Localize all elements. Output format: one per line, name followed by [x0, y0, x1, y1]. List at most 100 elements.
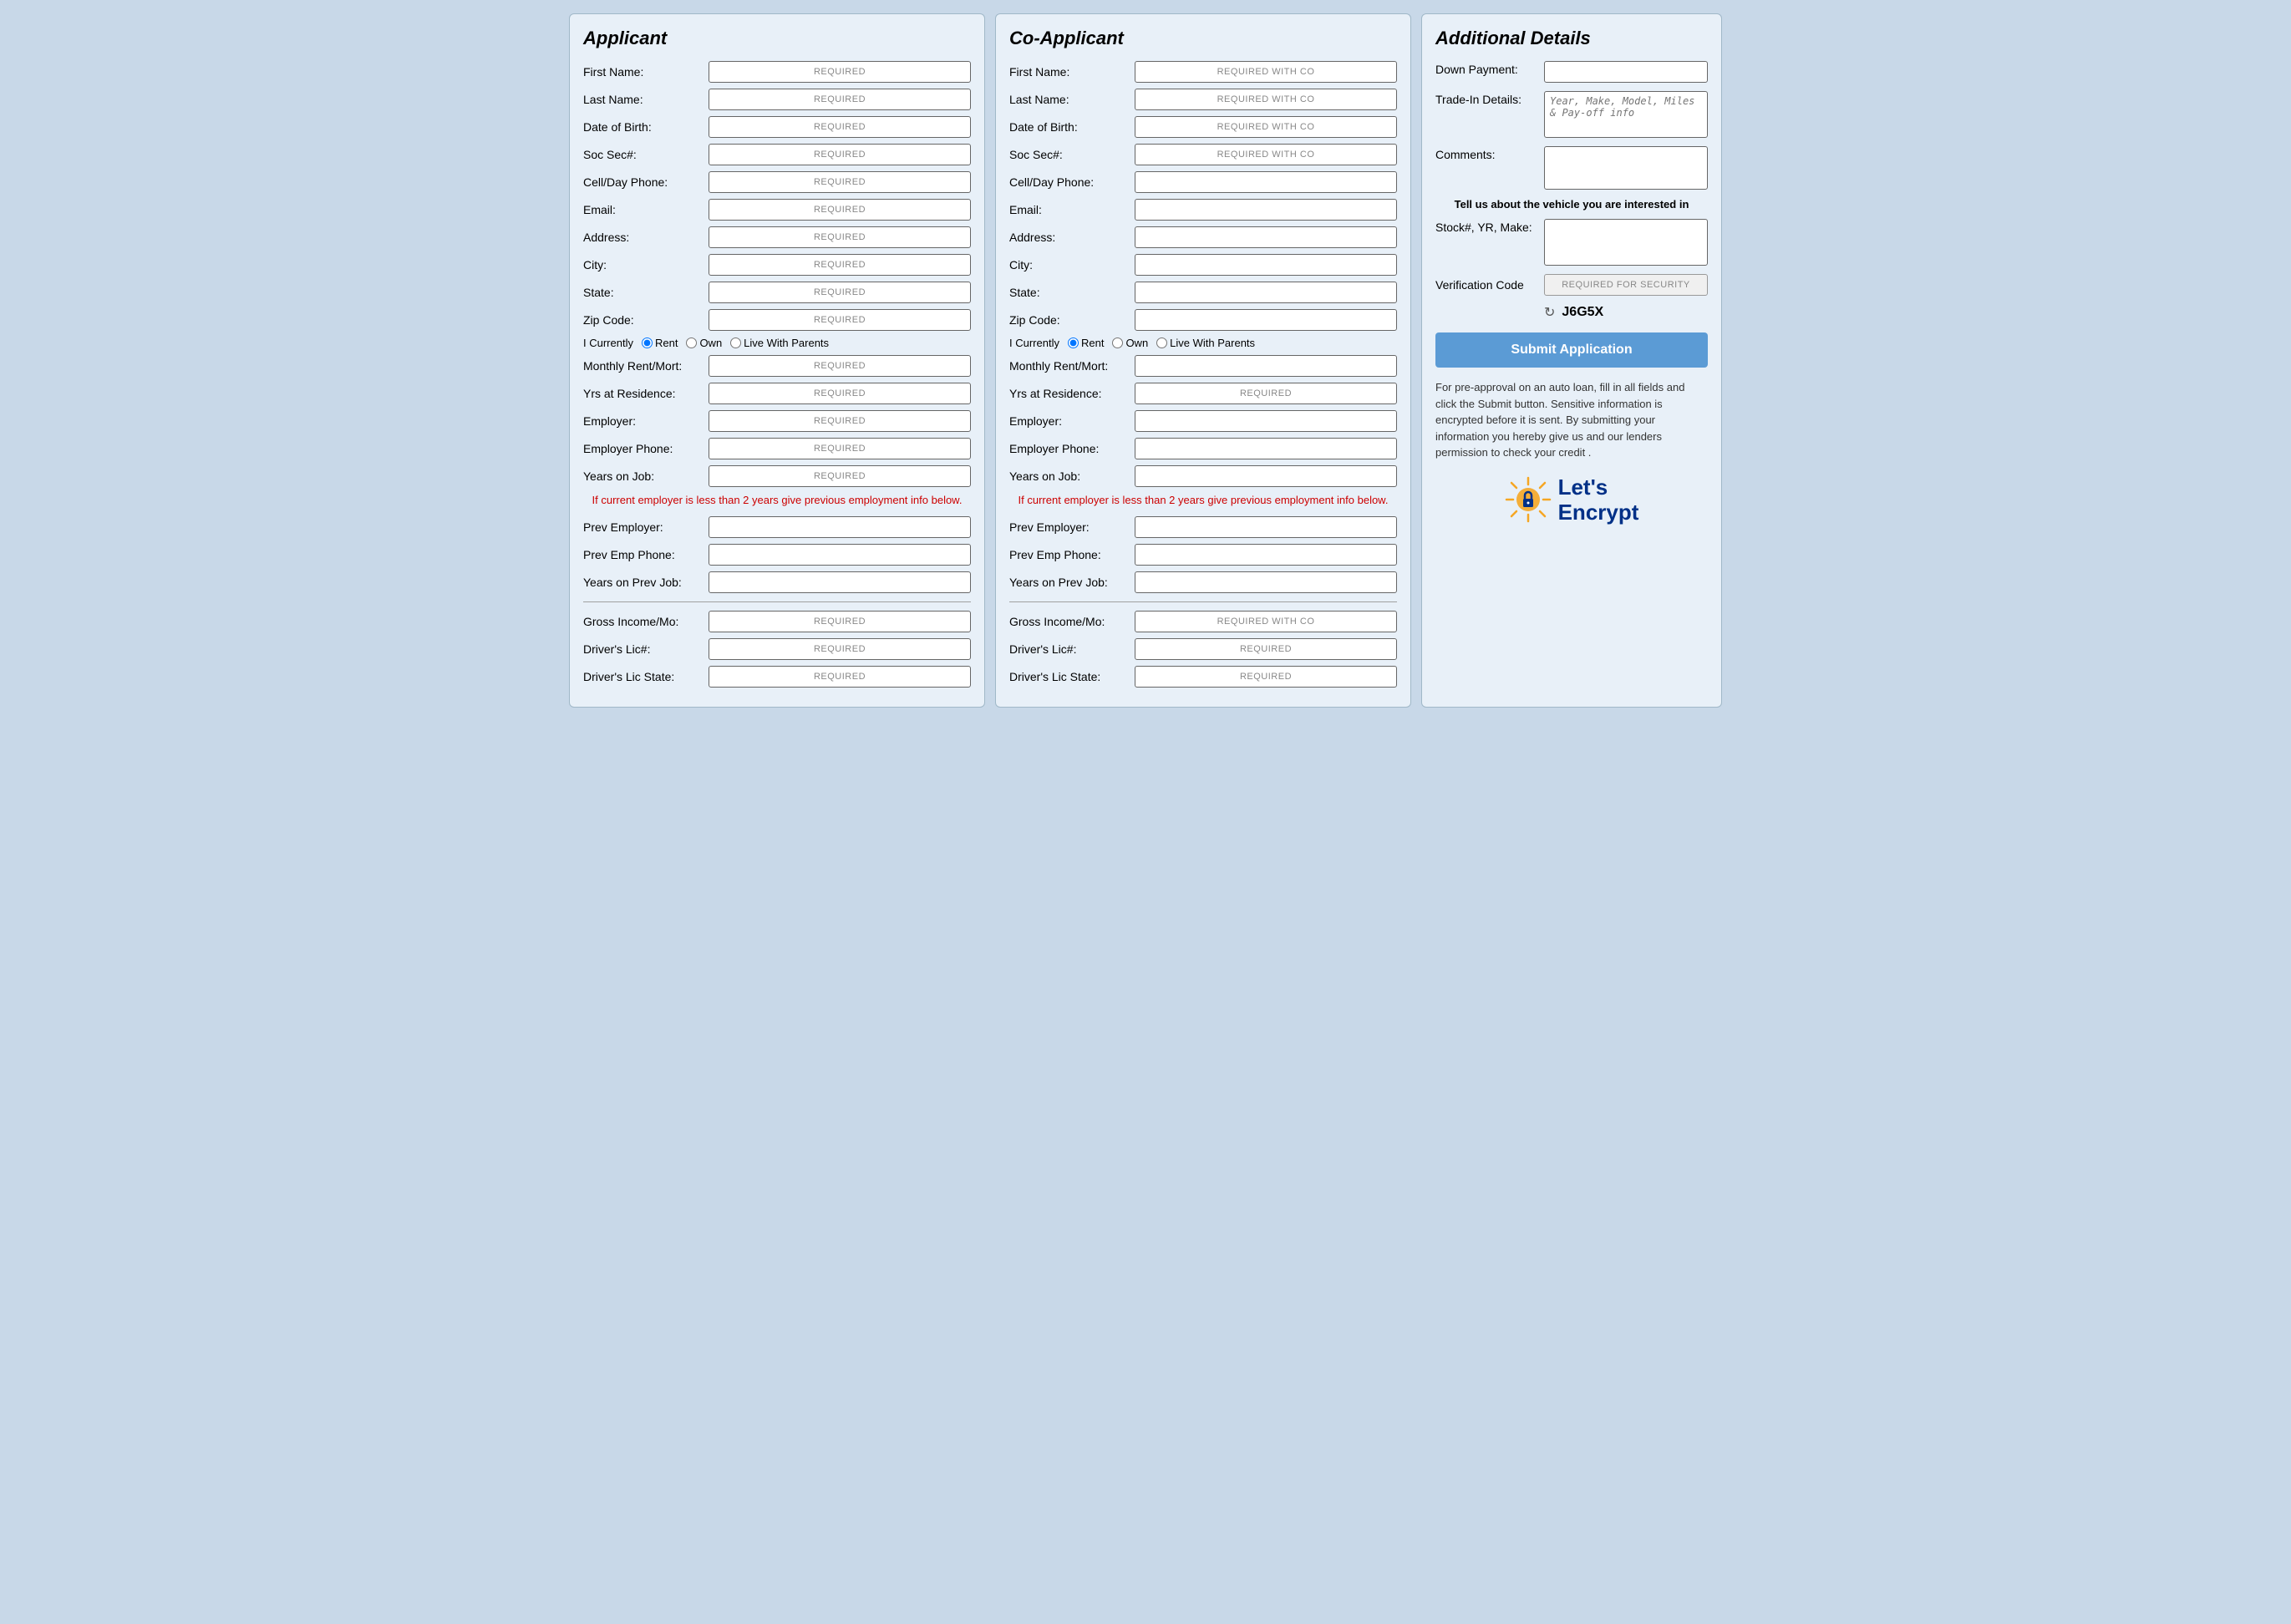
applicant-radio-livewith[interactable]: Live With Parents [730, 337, 829, 349]
app-monthly-rent-input[interactable] [709, 355, 971, 377]
app-dl-state-row: Driver's Lic State: [583, 666, 971, 688]
co-employer-phone-input[interactable] [1135, 438, 1397, 459]
applicant-employment-fields: Monthly Rent/Mort: Yrs at Residence: Emplo… [583, 355, 971, 487]
refresh-icon[interactable]: ↻ [1544, 304, 1555, 321]
co-dl-number-row: Driver's Lic#: [1009, 638, 1397, 660]
co-gross-income-label: Gross Income/Mo: [1009, 615, 1135, 628]
app-email-input[interactable] [709, 199, 971, 221]
co-dl-number-input[interactable] [1135, 638, 1397, 660]
applicant-divider [583, 601, 971, 602]
app-monthly-rent-label: Monthly Rent/Mort: [583, 359, 709, 373]
applicant-employer-note: If current employer is less than 2 years… [583, 493, 971, 508]
co-city-label: City: [1009, 258, 1135, 272]
coapplicant-divider [1009, 601, 1397, 602]
applicant-radio-rent[interactable]: Rent [642, 337, 678, 349]
app-prev-employer-input[interactable] [709, 516, 971, 538]
app-first-name-input[interactable] [709, 61, 971, 83]
comments-row: Comments: [1435, 146, 1708, 190]
co-email-input[interactable] [1135, 199, 1397, 221]
co-employer-phone-label: Employer Phone: [1009, 442, 1135, 455]
co-state-input[interactable] [1135, 282, 1397, 303]
co-address-label: Address: [1009, 231, 1135, 244]
app-email-row: Email: [583, 199, 971, 221]
app-dob-label: Date of Birth: [583, 120, 709, 134]
app-employer-label: Employer: [583, 414, 709, 428]
co-first-name-input[interactable] [1135, 61, 1397, 83]
stock-textarea[interactable] [1544, 219, 1708, 266]
app-city-label: City: [583, 258, 709, 272]
coapplicant-financial-fields: Gross Income/Mo: Driver's Lic#: Driver's L… [1009, 611, 1397, 688]
app-employer-phone-label: Employer Phone: [583, 442, 709, 455]
stock-row: Stock#, YR, Make: [1435, 219, 1708, 266]
app-dl-state-input[interactable] [709, 666, 971, 688]
co-address-input[interactable] [1135, 226, 1397, 248]
app-gross-income-input[interactable] [709, 611, 971, 632]
co-monthly-rent-input[interactable] [1135, 355, 1397, 377]
app-ssn-input[interactable] [709, 144, 971, 165]
app-state-input[interactable] [709, 282, 971, 303]
app-prev-years-input[interactable] [709, 571, 971, 593]
app-dob-input[interactable] [709, 116, 971, 138]
applicant-financial-fields: Gross Income/Mo:Driver's Lic#:Driver's L… [583, 611, 971, 688]
app-dl-state-label: Driver's Lic State: [583, 670, 709, 683]
co-dl-state-label: Driver's Lic State: [1009, 670, 1135, 683]
submit-button[interactable]: Submit Application [1435, 332, 1708, 368]
co-prev-employer-input[interactable] [1135, 516, 1397, 538]
app-yrs-residence-input[interactable] [709, 383, 971, 404]
co-phone-label: Cell/Day Phone: [1009, 175, 1135, 189]
co-yrs-residence-row: Yrs at Residence: [1009, 383, 1397, 404]
app-last-name-input[interactable] [709, 89, 971, 110]
co-prev-years-input[interactable] [1135, 571, 1397, 593]
co-yrs-residence-input[interactable] [1135, 383, 1397, 404]
le-text: Let's Encrypt [1558, 475, 1639, 526]
le-sun-lock-icon [1505, 476, 1552, 523]
app-years-job-input[interactable] [709, 465, 971, 487]
app-employer-input[interactable] [709, 410, 971, 432]
co-email-row: Email: [1009, 199, 1397, 221]
co-employer-input[interactable] [1135, 410, 1397, 432]
applicant-radio-own[interactable]: Own [686, 337, 722, 349]
co-first-name-label: First Name: [1009, 65, 1135, 79]
down-payment-input[interactable] [1544, 61, 1708, 83]
app-employer-phone-input[interactable] [709, 438, 971, 459]
comments-textarea[interactable] [1544, 146, 1708, 190]
co-email-label: Email: [1009, 203, 1135, 216]
app-prev-emp-phone-label: Prev Emp Phone: [583, 548, 709, 561]
co-last-name-input[interactable] [1135, 89, 1397, 110]
coapplicant-radio-rent[interactable]: Rent [1068, 337, 1104, 349]
coapplicant-radio-livewith[interactable]: Live With Parents [1156, 337, 1255, 349]
coapplicant-radio-own[interactable]: Own [1112, 337, 1148, 349]
verification-input[interactable] [1544, 274, 1708, 296]
co-monthly-rent-row: Monthly Rent/Mort: [1009, 355, 1397, 377]
app-dl-number-input[interactable] [709, 638, 971, 660]
app-yrs-residence-label: Yrs at Residence: [583, 387, 709, 400]
trade-in-textarea[interactable] [1544, 91, 1708, 138]
app-city-row: City: [583, 254, 971, 276]
app-phone-row: Cell/Day Phone: [583, 171, 971, 193]
down-payment-row: Down Payment: [1435, 61, 1708, 83]
co-phone-input[interactable] [1135, 171, 1397, 193]
coapplicant-title: Co-Applicant [1009, 28, 1397, 49]
app-address-label: Address: [583, 231, 709, 244]
coapplicant-employer-note: If current employer is less than 2 years… [1009, 493, 1397, 508]
app-zip-input[interactable] [709, 309, 971, 331]
vehicle-heading: Tell us about the vehicle you are intere… [1435, 198, 1708, 211]
app-dl-number-label: Driver's Lic#: [583, 642, 709, 656]
app-monthly-rent-row: Monthly Rent/Mort: [583, 355, 971, 377]
applicant-basic-fields: First Name:Last Name:Date of Birth:Soc S… [583, 61, 971, 331]
co-ssn-input[interactable] [1135, 144, 1397, 165]
co-zip-label: Zip Code: [1009, 313, 1135, 327]
app-address-input[interactable] [709, 226, 971, 248]
co-city-input[interactable] [1135, 254, 1397, 276]
app-prev-employer-label: Prev Employer: [583, 520, 709, 534]
app-city-input[interactable] [709, 254, 971, 276]
co-dl-state-input[interactable] [1135, 666, 1397, 688]
co-dob-input[interactable] [1135, 116, 1397, 138]
app-prev-emp-phone-input[interactable] [709, 544, 971, 566]
co-prev-emp-phone-input[interactable] [1135, 544, 1397, 566]
co-dob-label: Date of Birth: [1009, 120, 1135, 134]
co-zip-input[interactable] [1135, 309, 1397, 331]
co-years-job-input[interactable] [1135, 465, 1397, 487]
co-gross-income-input[interactable] [1135, 611, 1397, 632]
app-phone-input[interactable] [709, 171, 971, 193]
